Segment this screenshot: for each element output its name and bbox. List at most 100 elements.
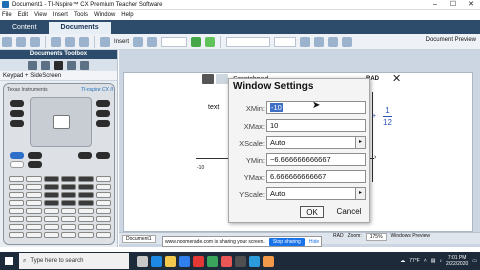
keypad-key[interactable] — [60, 184, 77, 190]
calculator-app-icon[interactable] — [202, 74, 214, 84]
dropdown-arrow-icon[interactable]: ▸ — [355, 137, 365, 148]
keypad-key[interactable] — [9, 184, 25, 190]
undo-icon[interactable] — [191, 36, 202, 47]
app-icon-orange[interactable] — [263, 255, 274, 267]
close-page-icon[interactable]: ✕ — [392, 72, 401, 85]
keypad-key[interactable] — [95, 224, 111, 230]
minimize-button[interactable]: – — [426, 0, 444, 10]
shift-key[interactable] — [10, 161, 24, 168]
keypad-key[interactable] — [60, 192, 77, 198]
del-key[interactable] — [78, 152, 92, 159]
keypad-key[interactable] — [43, 176, 59, 182]
keypad-key[interactable] — [9, 200, 25, 206]
keypad-key[interactable] — [43, 200, 59, 206]
keypad-key[interactable] — [95, 176, 111, 182]
keypad-key[interactable] — [43, 192, 59, 198]
keypad-key[interactable] — [26, 184, 42, 190]
task-view-icon[interactable] — [137, 255, 148, 267]
notifications-icon[interactable]: ▭ — [472, 258, 477, 264]
keypad-key[interactable] — [95, 200, 111, 206]
open-icon[interactable] — [16, 36, 26, 47]
ymin-field[interactable]: −6.666666666667 — [266, 153, 366, 166]
handheld-icon[interactable] — [54, 60, 63, 70]
zoom-select[interactable]: 175% — [365, 233, 387, 241]
taskbar-search[interactable]: ⌕ Type here to search — [19, 253, 129, 269]
hide-button[interactable]: Hide — [309, 239, 319, 245]
menu-help[interactable]: Help — [121, 12, 133, 18]
graph-app-icon[interactable] — [216, 74, 228, 84]
keypad-key[interactable] — [78, 200, 94, 206]
page-sorter-icon[interactable] — [41, 60, 50, 70]
keypad-key[interactable] — [60, 200, 77, 206]
ok-button[interactable]: OK — [300, 206, 324, 218]
zoom-app-icon[interactable] — [249, 255, 260, 267]
font-size-dropdown[interactable] — [274, 36, 297, 47]
keypad-key[interactable] — [26, 208, 42, 214]
color-icon[interactable] — [342, 36, 353, 47]
keypad-key[interactable] — [95, 216, 111, 222]
cut-icon[interactable] — [51, 36, 61, 47]
keypad-key[interactable] — [26, 224, 42, 230]
keypad-key[interactable] — [60, 176, 77, 182]
keypad-key[interactable] — [43, 224, 59, 230]
home-key[interactable] — [96, 100, 110, 107]
content-explorer-icon[interactable] — [80, 60, 89, 70]
page-layout-icon[interactable] — [133, 36, 144, 47]
keypad-key[interactable] — [78, 184, 94, 190]
keypad-key[interactable] — [78, 176, 94, 182]
keypad-key[interactable] — [26, 200, 42, 206]
copy-icon[interactable] — [65, 36, 75, 47]
dropdown-arrow-icon[interactable]: ▸ — [355, 188, 365, 199]
yscale-select[interactable]: Auto ▸ — [266, 187, 366, 200]
menu-window[interactable]: Window — [94, 12, 115, 18]
keypad-key[interactable] — [78, 192, 94, 198]
keypad-key[interactable] — [95, 184, 111, 190]
enter-key[interactable] — [96, 152, 110, 159]
keypad-key[interactable] — [95, 208, 111, 214]
utilities-icon[interactable] — [67, 60, 76, 70]
start-button[interactable] — [0, 252, 18, 270]
clock[interactable]: 7:01 PM 2/22/2020 — [446, 255, 468, 267]
network-icon[interactable]: ▤ — [431, 258, 436, 264]
tab-key[interactable] — [10, 120, 24, 127]
keypad-key[interactable] — [60, 216, 77, 222]
keypad-key[interactable] — [60, 208, 77, 214]
xmax-field[interactable]: 10 — [266, 119, 366, 132]
insert-label[interactable]: Insert — [114, 39, 129, 45]
keypad-key[interactable] — [9, 176, 25, 182]
nspire-icon[interactable] — [235, 255, 246, 267]
menu-tools[interactable]: Tools — [74, 12, 88, 18]
tab-content[interactable]: Content — [0, 22, 49, 34]
redo-icon[interactable] — [205, 36, 216, 47]
keypad-key[interactable] — [43, 208, 59, 214]
keypad-key[interactable] — [43, 232, 59, 238]
touchpad-center[interactable] — [53, 115, 70, 129]
tray-arrow-icon[interactable]: ˄ — [424, 258, 427, 264]
keypad-key[interactable] — [60, 224, 77, 230]
menu-edit[interactable]: Edit — [18, 12, 28, 18]
menu-insert[interactable]: Insert — [53, 12, 68, 18]
file-explorer-icon[interactable] — [165, 255, 176, 267]
document-preview-button[interactable]: Document Preview — [426, 37, 476, 43]
keypad-key[interactable] — [78, 208, 94, 214]
bold-icon[interactable] — [300, 36, 311, 47]
chrome-icon[interactable] — [193, 255, 204, 267]
volume-icon[interactable]: ♪ — [440, 258, 443, 264]
document-tab[interactable]: Document1 — [122, 234, 156, 243]
close-button[interactable]: ✕ — [462, 0, 480, 10]
paste-icon[interactable] — [79, 36, 89, 47]
keypad-key[interactable] — [26, 192, 42, 198]
keypad-key[interactable] — [78, 216, 94, 222]
preview-label[interactable]: Windows Preview — [391, 233, 430, 241]
keypad-key[interactable] — [9, 208, 25, 214]
edge-icon[interactable] — [151, 255, 162, 267]
underline-icon[interactable] — [328, 36, 339, 47]
menu-key[interactable] — [96, 120, 110, 127]
save-icon[interactable] — [30, 36, 40, 47]
keypad-key[interactable] — [60, 232, 77, 238]
xscale-select[interactable]: Auto ▸ — [266, 136, 366, 149]
keypad-key[interactable] — [9, 224, 25, 230]
keypad-key[interactable] — [9, 216, 25, 222]
app-icon-red[interactable] — [221, 255, 232, 267]
keypad-key[interactable] — [43, 216, 59, 222]
